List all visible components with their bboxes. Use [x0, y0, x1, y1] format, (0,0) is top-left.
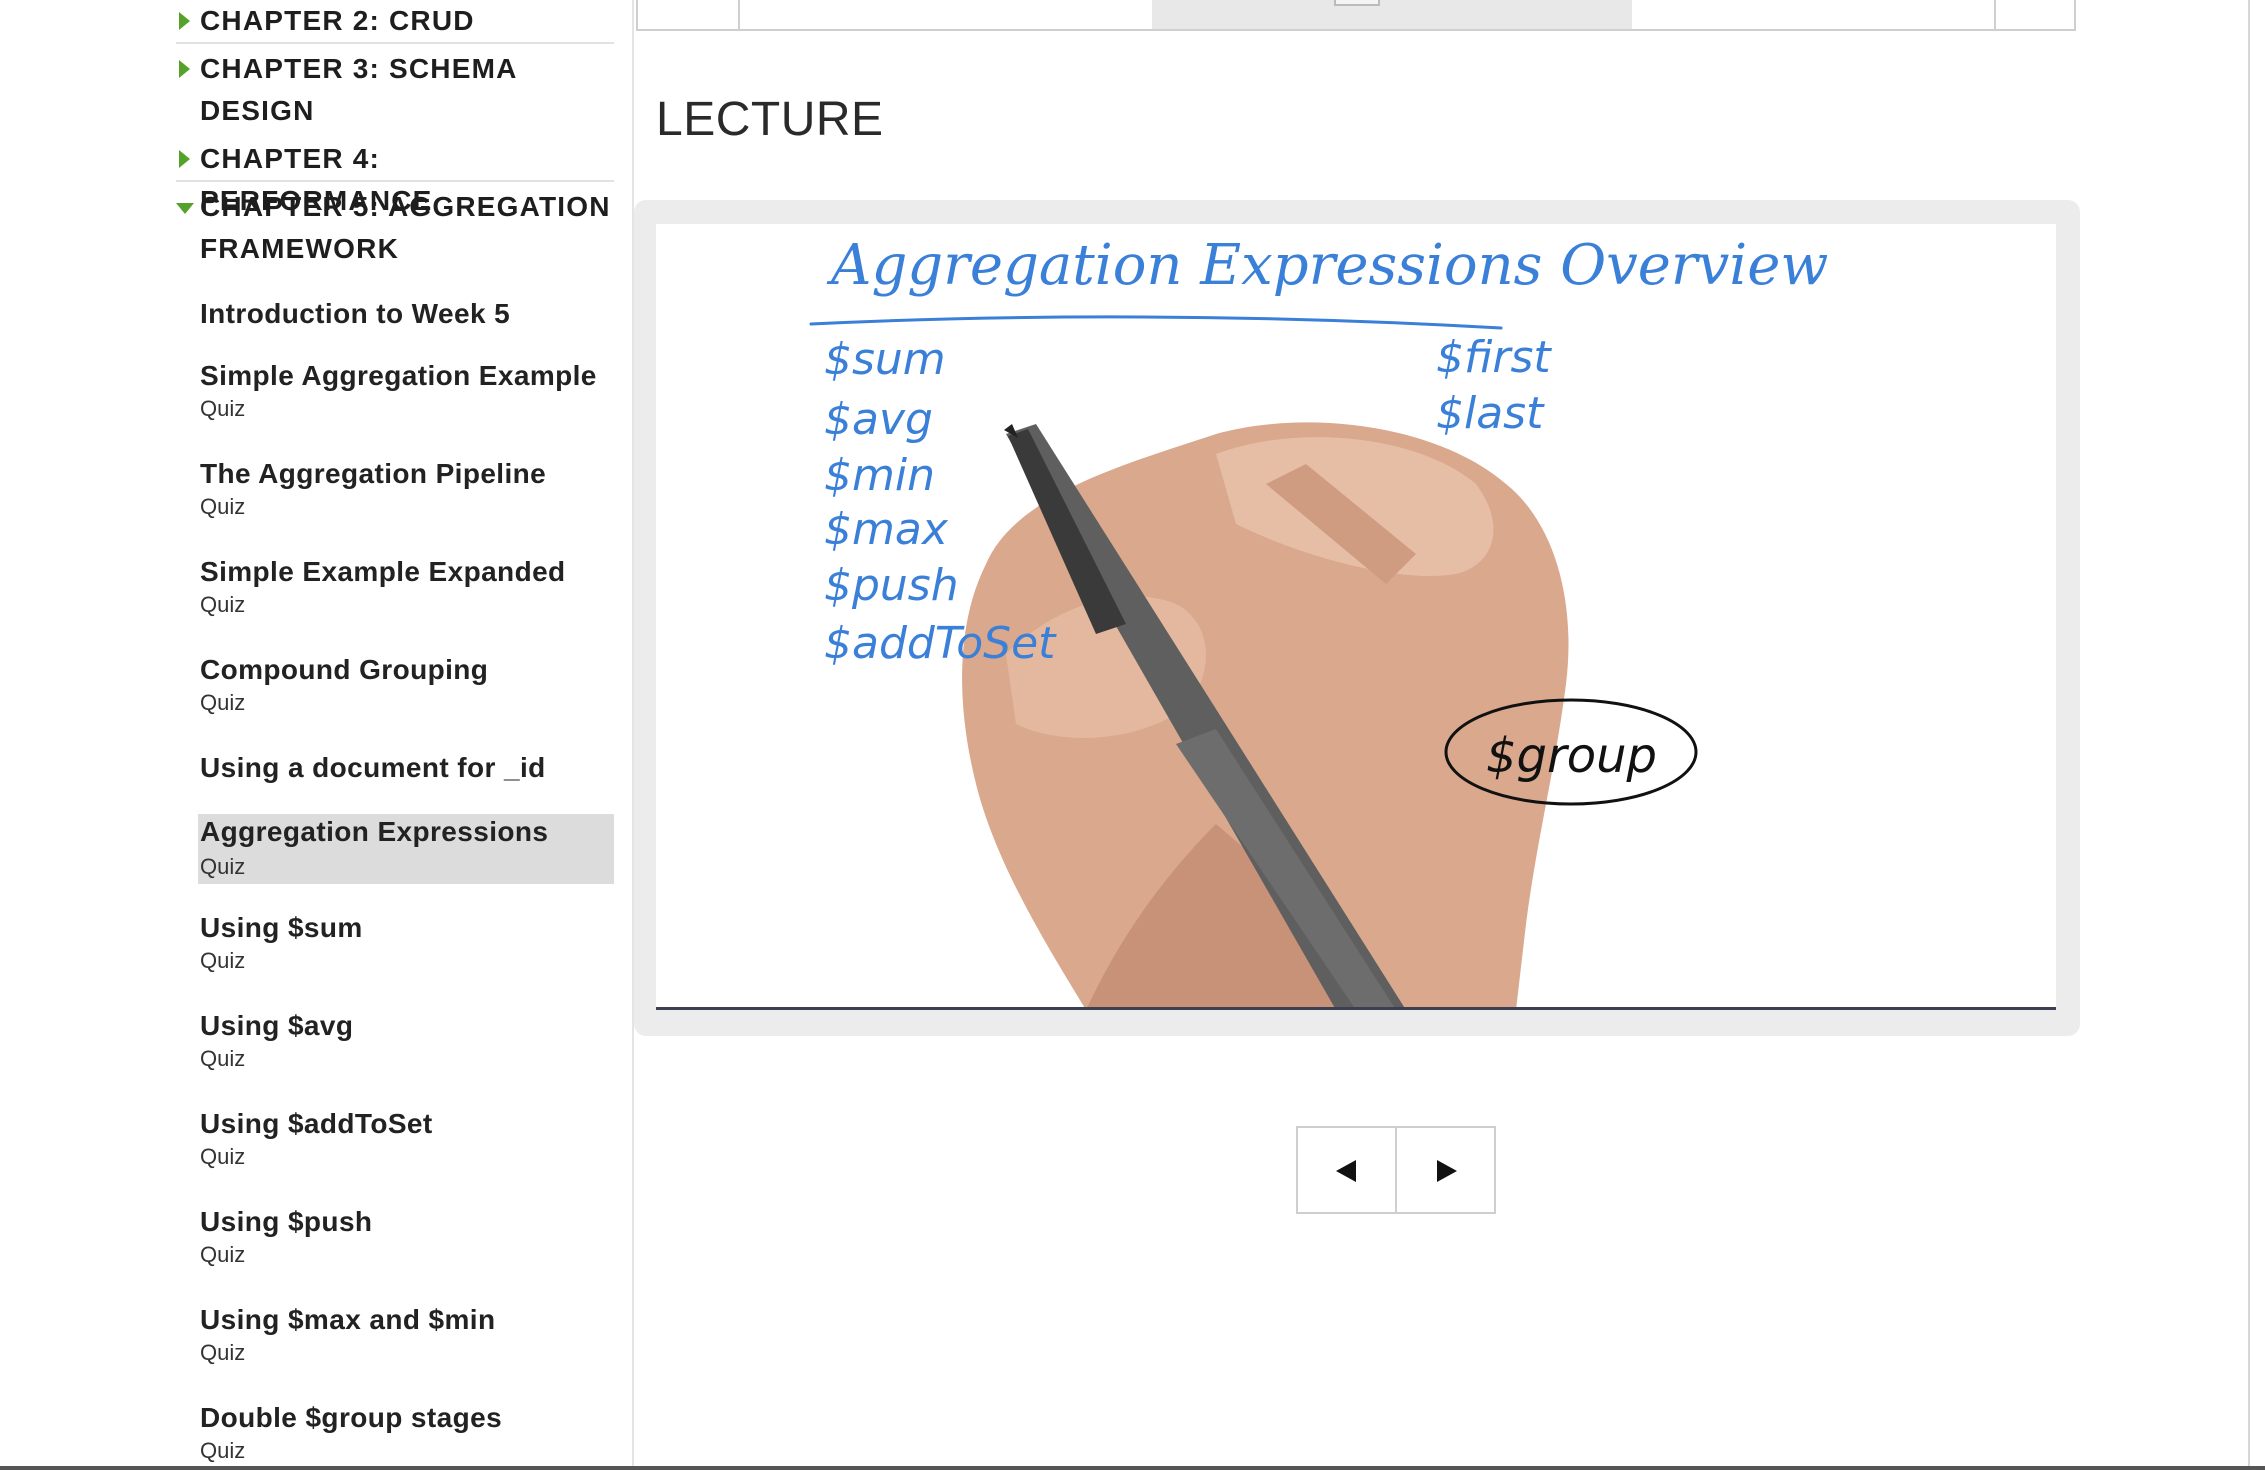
lesson-item[interactable]: Using $avg Quiz — [198, 1008, 614, 1084]
nav-prev-segment[interactable] — [638, 0, 740, 29]
lesson-type: Quiz — [200, 1340, 246, 1365]
window-bottom-edge — [0, 1466, 2265, 1470]
scroll-track[interactable] — [1152, 0, 1632, 29]
previous-button[interactable] — [1298, 1128, 1397, 1212]
chapter-5[interactable]: CHAPTER 5: AGGREGATION FRAMEWORK — [176, 182, 614, 268]
lesson-title: Using $addToSet — [200, 1108, 433, 1139]
triangle-right-icon — [1437, 1160, 1457, 1182]
course-sidebar: CHAPTER 2: CRUD CHAPTER 3: SCHEMA DESIGN… — [0, 0, 634, 1470]
lesson-type: Quiz — [200, 1046, 246, 1071]
left-item-addtoset: $addToSet — [824, 618, 1057, 669]
whiteboard-drawing: Aggregation Expressions Overview $sum $a… — [809, 233, 1828, 1007]
circled-group-label: $group — [1486, 728, 1657, 784]
lesson-type: Quiz — [200, 854, 246, 879]
lesson-type: Quiz — [200, 396, 246, 421]
chapter-label-line1: CHAPTER 3: SCHEMA — [200, 53, 518, 84]
chapter-label-line2: DESIGN — [200, 95, 315, 126]
right-item-first: $first — [1436, 332, 1552, 383]
lesson-title: Aggregation Expressions — [200, 816, 549, 847]
chapter-label-line1: CHAPTER 5: AGGREGATION — [200, 191, 611, 222]
lesson-type: Quiz — [200, 948, 246, 973]
lesson-title: Introduction to Week 5 — [200, 298, 511, 329]
lesson-title: Using $sum — [200, 912, 363, 943]
next-button[interactable] — [1397, 1128, 1494, 1212]
lesson-title: Simple Aggregation Example — [200, 360, 597, 391]
collapse-arrow-icon — [176, 203, 194, 214]
lesson-title: Using $avg — [200, 1010, 354, 1041]
lesson-type: Quiz — [200, 494, 246, 519]
lesson-type: Quiz — [200, 592, 246, 617]
lesson-item-active[interactable]: Aggregation Expressions Quiz — [198, 814, 614, 884]
lesson-item[interactable]: Simple Aggregation Example Quiz — [198, 358, 614, 434]
lesson-title: Using $push — [200, 1206, 373, 1237]
lesson-title: Using a document for _id — [200, 752, 546, 783]
chapter-2[interactable]: CHAPTER 2: CRUD — [176, 0, 614, 44]
lesson-type: Quiz — [200, 1144, 246, 1169]
lesson-type: Quiz — [200, 1438, 246, 1463]
lesson-item[interactable]: Compound Grouping Quiz — [198, 652, 614, 728]
lesson-title: Compound Grouping — [200, 654, 489, 685]
lesson-item[interactable]: Introduction to Week 5 — [198, 296, 614, 336]
lesson-item[interactable]: Using $addToSet Quiz — [198, 1106, 614, 1182]
left-item-avg: $avg — [824, 394, 933, 445]
whiteboard-title: Aggregation Expressions Overview — [826, 233, 1828, 298]
left-item-sum: $sum — [824, 334, 946, 385]
lesson-item[interactable]: Using a document for _id — [198, 750, 614, 790]
title-underline — [809, 315, 1503, 330]
lesson-title: The Aggregation Pipeline — [200, 458, 547, 489]
left-item-max: $max — [824, 504, 949, 555]
lecture-pager — [1296, 1126, 1496, 1214]
section-heading: LECTURE — [656, 93, 884, 146]
lesson-title: Simple Example Expanded — [200, 556, 566, 587]
lesson-item[interactable]: Using $push Quiz — [198, 1204, 614, 1280]
scroll-handle[interactable] — [1334, 0, 1380, 6]
lesson-item[interactable]: Using $max and $min Quiz — [198, 1302, 614, 1378]
lesson-title: Double $group stages — [200, 1402, 503, 1433]
lesson-item[interactable]: The Aggregation Pipeline Quiz — [198, 456, 614, 532]
lecture-video[interactable]: Aggregation Expressions Overview $sum $a… — [656, 224, 2056, 1010]
content-right-border — [2248, 0, 2250, 1470]
lesson-item[interactable]: Simple Example Expanded Quiz — [198, 554, 614, 630]
expand-arrow-icon — [179, 60, 190, 78]
expand-arrow-icon — [179, 150, 190, 168]
lesson-type: Quiz — [200, 1242, 246, 1267]
lesson-type: Quiz — [200, 690, 246, 715]
lesson-title: Using $max and $min — [200, 1304, 496, 1335]
nav-next-segment[interactable] — [1994, 0, 2074, 29]
chapter-label: CHAPTER 2: CRUD — [200, 5, 475, 36]
left-item-min: $min — [824, 450, 935, 501]
chapter-4[interactable]: CHAPTER 4: PERFORMANCE — [176, 138, 614, 216]
left-item-push: $push — [824, 560, 959, 611]
right-item-last: $last — [1436, 388, 1545, 439]
lesson-item[interactable]: Double $group stages Quiz — [198, 1400, 614, 1470]
top-navigation-strip — [636, 0, 2076, 31]
lesson-item[interactable]: Using $sum Quiz — [198, 910, 614, 986]
chapter-label-line2: FRAMEWORK — [200, 233, 399, 264]
triangle-left-icon — [1336, 1160, 1356, 1182]
expand-arrow-icon — [179, 12, 190, 30]
